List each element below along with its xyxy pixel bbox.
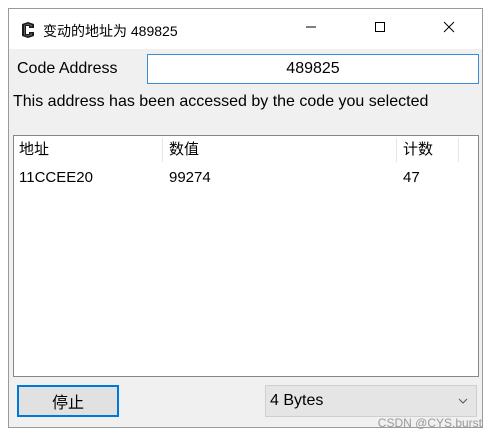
stop-button[interactable]: 停止 xyxy=(17,385,119,417)
code-address-row: Code Address xyxy=(13,54,479,84)
minimize-button[interactable] xyxy=(288,9,334,49)
column-divider[interactable] xyxy=(396,138,397,162)
column-header-address[interactable]: 地址 xyxy=(14,136,162,164)
row-count: 47 xyxy=(403,169,420,186)
window-title: 变动的地址为 489825 xyxy=(43,23,178,39)
code-address-label: Code Address xyxy=(17,60,118,77)
code-address-field[interactable] xyxy=(147,54,479,84)
accessed-addresses-list[interactable]: 地址 数值 计数 11CCEE20 99274 47 xyxy=(13,135,479,377)
maximize-icon xyxy=(374,20,386,38)
column-divider[interactable] xyxy=(162,138,163,162)
list-header: 地址 数值 计数 xyxy=(14,136,478,164)
row-address: 11CCEE20 xyxy=(19,169,93,186)
minimize-icon xyxy=(305,20,317,38)
close-icon xyxy=(443,20,455,38)
accessed-message: This address has been accessed by the co… xyxy=(13,93,429,110)
chevron-down-icon xyxy=(456,394,470,408)
column-header-value[interactable]: 数值 xyxy=(164,136,396,164)
title-bar[interactable]: 变动的地址为 489825 xyxy=(9,9,482,49)
column-header-count[interactable]: 计数 xyxy=(398,136,458,164)
dialog-window: 变动的地址为 489825 Code Address This address … xyxy=(8,8,483,428)
value-size-selected: 4 Bytes xyxy=(270,392,324,409)
watermark: CSDN @CYS.burst xyxy=(377,416,482,430)
column-divider[interactable] xyxy=(458,138,459,162)
value-size-dropdown[interactable]: 4 Bytes xyxy=(265,385,477,417)
close-button[interactable] xyxy=(426,9,472,49)
cheat-engine-icon xyxy=(19,21,37,39)
maximize-button[interactable] xyxy=(357,9,403,49)
row-value: 99274 xyxy=(169,169,211,186)
